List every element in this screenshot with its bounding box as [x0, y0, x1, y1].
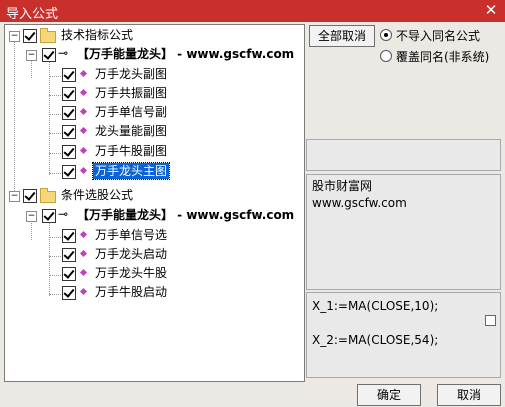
checkbox[interactable]: [62, 286, 76, 300]
formula-icon: [81, 88, 87, 97]
tree-label: 万手牛股副图: [95, 144, 168, 158]
tree-label: 万手龙头主图: [91, 162, 171, 180]
checkbox[interactable]: [62, 68, 76, 82]
title-bar: 导入公式 ✕: [0, 0, 505, 22]
formula-icon: [81, 268, 87, 277]
checkbox[interactable]: [42, 209, 56, 223]
window-title: 导入公式: [6, 7, 59, 22]
tree-item[interactable]: 龙头量能副图: [5, 123, 304, 141]
formula-icon: [81, 69, 87, 78]
tree-item[interactable]: 万手共振副图: [5, 85, 304, 103]
tree-item[interactable]: 万手单信号副: [5, 104, 304, 122]
tree-label: 【万手能量龙头】 - www.gscfw.com: [77, 47, 295, 61]
checkbox[interactable]: [62, 229, 76, 243]
tree-label: 万手单信号副: [95, 105, 168, 119]
tree-item[interactable]: 万手牛股启动: [5, 284, 304, 302]
radio-overwrite-duplicates[interactable]: [380, 50, 392, 62]
description-line: 股市财富网: [312, 179, 373, 193]
checkbox[interactable]: [23, 29, 37, 43]
tree-subgroup[interactable]: − ⊸ 【万手能量龙头】 - www.gscfw.com: [5, 207, 304, 225]
folder-icon: [40, 28, 56, 43]
checkbox[interactable]: [62, 106, 76, 120]
tree-label: 万手单信号选: [95, 228, 168, 242]
tree-label: 【万手能量龙头】 - www.gscfw.com: [77, 208, 295, 222]
checkbox[interactable]: [62, 267, 76, 281]
code-line: X_2:=MA(CLOSE,54);: [312, 333, 439, 347]
cancel-all-button[interactable]: 全部取消: [309, 25, 375, 47]
checkbox[interactable]: [62, 165, 76, 179]
tree-group-selection[interactable]: − 条件选股公式: [5, 187, 304, 205]
radio-skip-duplicates-label: 不导入同名公式: [396, 29, 481, 43]
formula-icon: [81, 107, 87, 116]
tree-label: 万手龙头副图: [95, 67, 168, 81]
tree-item[interactable]: 万手龙头副图: [5, 66, 304, 84]
code-panel[interactable]: X_1:=MA(CLOSE,10); X_2:=MA(CLOSE,54);: [306, 292, 501, 378]
checkbox[interactable]: [62, 87, 76, 101]
collapse-icon[interactable]: −: [9, 191, 20, 202]
formula-icon: [81, 146, 87, 155]
tree-label: 万手龙头牛股: [95, 266, 168, 280]
tree-item-selected[interactable]: 万手龙头主图: [5, 162, 304, 181]
formula-tree[interactable]: − 技术指标公式 − ⊸ 【万手能量龙头】 - www.gscfw.com 万手…: [4, 24, 305, 382]
collapse-icon[interactable]: −: [9, 31, 20, 42]
key-icon: ⊸: [58, 46, 69, 60]
checkbox[interactable]: [62, 248, 76, 262]
formula-icon: [81, 230, 87, 239]
formula-icon: [81, 287, 87, 296]
code-line: X_1:=MA(CLOSE,10);: [312, 299, 439, 313]
folder-icon: [40, 188, 56, 203]
tree-label: 技术指标公式: [61, 28, 134, 42]
formula-icon: [81, 249, 87, 258]
collapse-icon[interactable]: −: [26, 50, 37, 61]
tree-label: 万手共振副图: [95, 86, 168, 100]
tree-item[interactable]: 万手龙头牛股: [5, 265, 304, 283]
description-line: www.gscfw.com: [312, 196, 407, 210]
tree-label: 万手牛股启动: [95, 285, 168, 299]
tree-item[interactable]: 万手单信号选: [5, 227, 304, 245]
checkbox[interactable]: [62, 125, 76, 139]
scroll-indicator[interactable]: [485, 315, 496, 326]
checkbox[interactable]: [62, 145, 76, 159]
key-icon: ⊸: [58, 207, 69, 221]
tree-label: 条件选股公式: [61, 188, 134, 202]
tree-label: 万手龙头启动: [95, 247, 168, 261]
description-panel: 股市财富网 www.gscfw.com: [306, 174, 501, 290]
checkbox[interactable]: [42, 48, 56, 62]
formula-icon: [81, 126, 87, 135]
ok-button[interactable]: 确定: [357, 384, 421, 406]
tree-group-indicators[interactable]: − 技术指标公式: [5, 27, 304, 45]
tree-item[interactable]: 万手龙头启动: [5, 246, 304, 264]
radio-skip-duplicates[interactable]: [380, 29, 392, 41]
checkbox[interactable]: [23, 189, 37, 203]
tree-item[interactable]: 万手牛股副图: [5, 143, 304, 161]
formula-icon: [81, 166, 87, 175]
tree-subgroup[interactable]: − ⊸ 【万手能量龙头】 - www.gscfw.com: [5, 46, 304, 64]
tree-label: 龙头量能副图: [95, 124, 168, 138]
close-icon[interactable]: ✕: [483, 2, 499, 18]
cancel-button[interactable]: 取消: [437, 384, 501, 406]
collapse-icon[interactable]: −: [26, 211, 37, 222]
empty-panel: [306, 139, 501, 171]
radio-overwrite-duplicates-label: 覆盖同名(非系统): [396, 50, 490, 64]
